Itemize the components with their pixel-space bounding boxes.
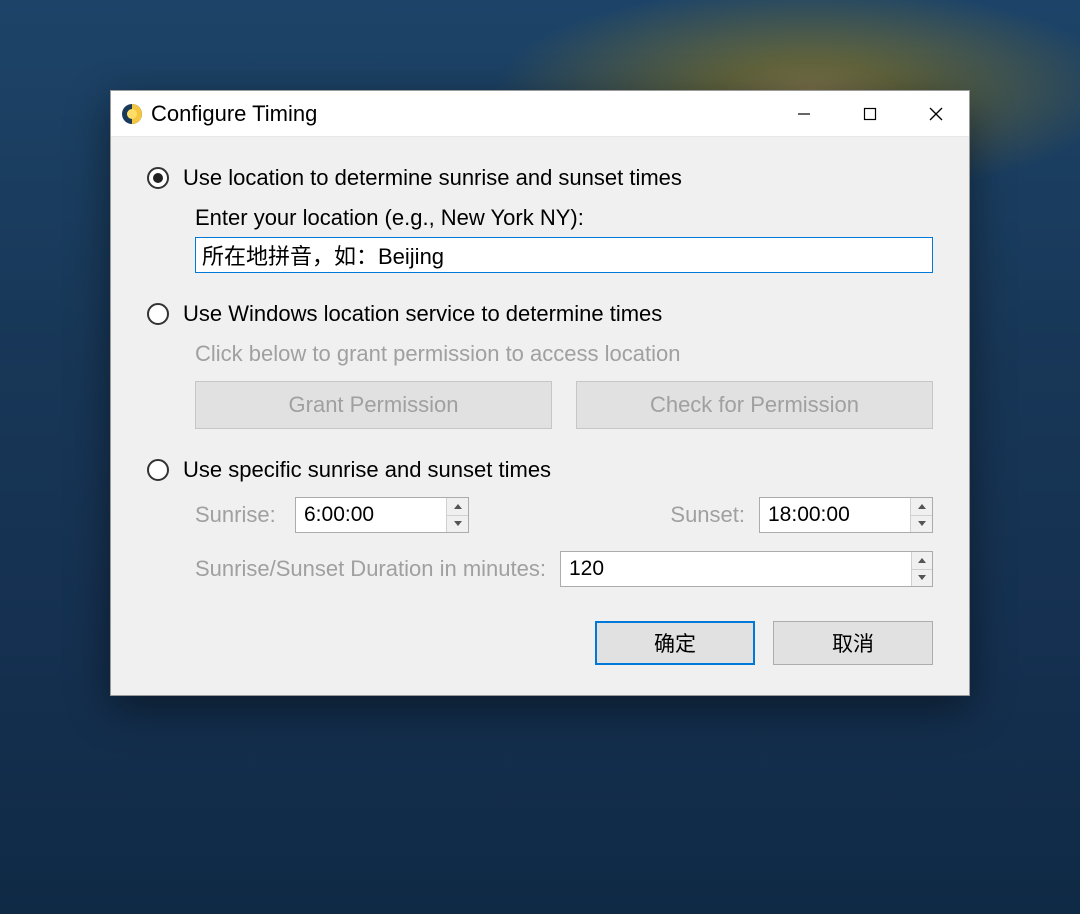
maximize-button[interactable] (837, 91, 903, 136)
window-title: Configure Timing (151, 101, 771, 127)
sunset-down-icon[interactable] (911, 516, 932, 533)
grant-permission-button[interactable]: Grant Permission (195, 381, 552, 429)
minimize-button[interactable] (771, 91, 837, 136)
option-use-location[interactable]: Use location to determine sunrise and su… (147, 165, 933, 191)
radio-specific-times[interactable] (147, 459, 169, 481)
sunset-label: Sunset: (670, 502, 745, 528)
sunrise-label: Sunrise: (195, 502, 281, 528)
location-field-label: Enter your location (e.g., New York NY): (195, 205, 933, 231)
sunrise-input[interactable] (296, 498, 446, 532)
sunset-spinner[interactable] (759, 497, 933, 533)
option-specific-times[interactable]: Use specific sunrise and sunset times (147, 457, 933, 483)
location-subsection: Enter your location (e.g., New York NY): (195, 205, 933, 273)
windows-location-subsection: Click below to grant permission to acces… (195, 341, 933, 429)
sunset-input[interactable] (760, 498, 910, 532)
radio-use-location[interactable] (147, 167, 169, 189)
duration-up-icon[interactable] (912, 552, 932, 570)
duration-input[interactable] (561, 552, 911, 586)
option-specific-times-label: Use specific sunrise and sunset times (183, 457, 551, 483)
configure-timing-window: Configure Timing Use location to determi… (110, 90, 970, 696)
option-windows-location-label: Use Windows location service to determin… (183, 301, 662, 327)
window-controls (771, 91, 969, 136)
ok-button[interactable]: 确定 (595, 621, 755, 665)
duration-spinner[interactable] (560, 551, 933, 587)
sunset-up-icon[interactable] (911, 498, 932, 516)
sunrise-down-icon[interactable] (447, 516, 468, 533)
titlebar[interactable]: Configure Timing (111, 91, 969, 137)
app-icon (121, 103, 143, 125)
dialog-buttons: 确定 取消 (147, 621, 933, 665)
cancel-button[interactable]: 取消 (773, 621, 933, 665)
specific-times-subsection: Sunrise: Sunset: (195, 497, 933, 587)
sunrise-up-icon[interactable] (447, 498, 468, 516)
close-button[interactable] (903, 91, 969, 136)
dialog-content: Use location to determine sunrise and su… (111, 137, 969, 695)
option-use-location-label: Use location to determine sunrise and su… (183, 165, 682, 191)
location-input[interactable] (195, 237, 933, 273)
permission-hint: Click below to grant permission to acces… (195, 341, 933, 367)
radio-windows-location[interactable] (147, 303, 169, 325)
duration-down-icon[interactable] (912, 570, 932, 587)
check-permission-button[interactable]: Check for Permission (576, 381, 933, 429)
duration-label: Sunrise/Sunset Duration in minutes: (195, 556, 546, 582)
sunrise-spinner[interactable] (295, 497, 469, 533)
option-windows-location[interactable]: Use Windows location service to determin… (147, 301, 933, 327)
